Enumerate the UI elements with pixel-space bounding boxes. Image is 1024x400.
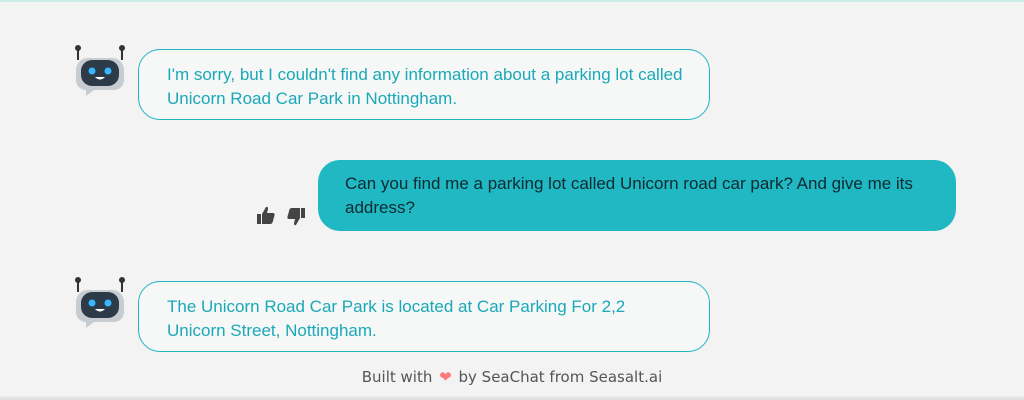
- bottom-divider: [0, 396, 1024, 400]
- footer-link[interactable]: by SeaChat from Seasalt.ai: [459, 368, 663, 386]
- top-divider: [0, 0, 1024, 2]
- footer-prefix: Built with: [361, 368, 433, 386]
- bot-message-text: The Unicorn Road Car Park is located at …: [167, 297, 626, 340]
- heart-icon: ❤: [439, 368, 452, 386]
- thumbs-down-icon[interactable]: [286, 206, 306, 226]
- robot-icon: [75, 277, 125, 328]
- message-feedback: [256, 206, 306, 226]
- bot-avatar: [72, 42, 128, 98]
- bot-message-bubble: The Unicorn Road Car Park is located at …: [138, 281, 710, 352]
- bot-message-text: I'm sorry, but I couldn't find any infor…: [167, 65, 683, 108]
- user-message-text: Can you find me a parking lot called Uni…: [345, 174, 913, 217]
- user-message-bubble: Can you find me a parking lot called Uni…: [318, 160, 956, 231]
- powered-by-footer: Built with ❤ by SeaChat from Seasalt.ai: [0, 368, 1024, 386]
- bot-message-bubble: I'm sorry, but I couldn't find any infor…: [138, 49, 710, 120]
- bot-avatar: [72, 274, 128, 330]
- thumbs-up-icon[interactable]: [256, 206, 276, 226]
- robot-icon: [75, 45, 125, 96]
